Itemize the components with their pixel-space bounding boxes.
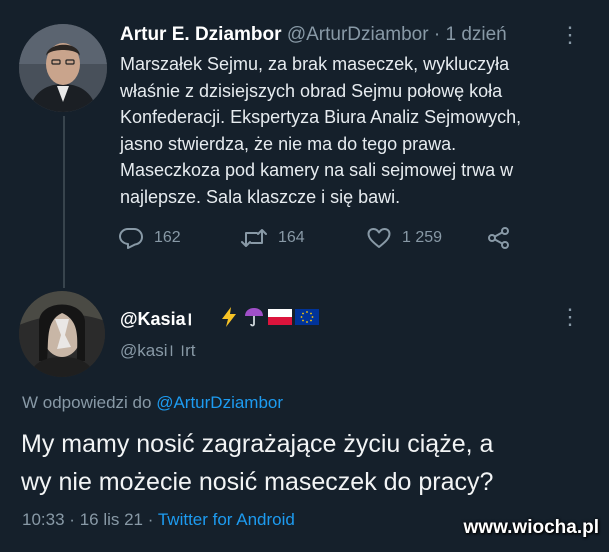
- reply-to-link[interactable]: @ArturDziambor: [156, 393, 283, 412]
- retweet-button[interactable]: 164: [240, 226, 305, 250]
- poland-flag-emoji: [268, 309, 292, 325]
- reply-count: 162: [154, 229, 181, 246]
- eu-flag-emoji: [295, 309, 319, 325]
- tweet-line: My mamy nosić zagrażające życiu ciąże, a: [21, 430, 494, 458]
- author-name[interactable]: Artur E. Dziambor: [120, 24, 282, 45]
- avatar-image: [19, 291, 105, 377]
- tweet-text: Marszałek Sejmu, za brak maseczek, wyklu…: [120, 51, 560, 211]
- like-icon: [367, 228, 391, 248]
- author-handle[interactable]: @ArturDziambor: [287, 24, 429, 45]
- thread-line: [63, 116, 65, 288]
- avatar-image: [19, 24, 107, 112]
- reply-button[interactable]: 162: [118, 226, 181, 250]
- tweet-line: Marszałek Sejmu, za brak maseczek, wyklu…: [120, 54, 510, 74]
- tweet-date[interactable]: 16 lis 21: [80, 510, 143, 529]
- more-icon[interactable]: ⋮: [559, 24, 581, 46]
- tweet-line: Maseczkoza pod kamery na sali sejmowej t…: [120, 160, 514, 181]
- more-icon[interactable]: ⋮: [559, 306, 581, 328]
- tweet-line: wy nie możecie nosić maseczek do pracy?: [21, 468, 494, 496]
- tweet-meta: 10:33 · 16 lis 21 · Twitter for Android: [22, 510, 295, 530]
- like-button[interactable]: 1 259: [366, 226, 442, 250]
- tweet-line: Konfederacji. Ekspertyza Biura Analiz Se…: [120, 107, 522, 128]
- retweet-count: 164: [278, 229, 305, 246]
- reply-icon: [119, 228, 143, 249]
- reply-context: W odpowiedzi do @ArturDziambor: [22, 393, 283, 413]
- tweet-time[interactable]: 1 dzień: [445, 24, 506, 45]
- watermark: www.wiocha.pl: [463, 517, 599, 538]
- avatar[interactable]: [19, 291, 105, 377]
- tweet-time[interactable]: 10:33: [22, 510, 65, 529]
- tweet-line: jasno stwierdza, że nie ma do tego prawa…: [120, 133, 457, 154]
- avatar[interactable]: [19, 24, 107, 112]
- separator: ·: [433, 24, 441, 45]
- name-emoji-group: [218, 306, 319, 328]
- tweet-header: Artur E. Dziambor @ArturDziambor · 1 dzi…: [120, 24, 507, 46]
- author-name[interactable]: @Kasia।: [120, 307, 192, 331]
- retweet-icon: [241, 229, 267, 247]
- tweet-line: właśnie z dzisiejszych obrad Sejmu połow…: [120, 80, 503, 101]
- separator: ·: [69, 510, 75, 529]
- like-count: 1 259: [402, 229, 443, 246]
- share-icon: [488, 227, 509, 249]
- share-button[interactable]: [486, 226, 512, 250]
- reply-prefix: W odpowiedzi do: [22, 393, 152, 412]
- separator: ·: [147, 510, 154, 529]
- author-handle[interactable]: @kasi। ।rt: [120, 338, 195, 361]
- tweet-actions: 162 164 1 259: [118, 226, 528, 256]
- umbrella-emoji: [245, 308, 263, 327]
- tweet-line: najlepsze. Sala klaszcze i się bawi.: [120, 186, 401, 207]
- tweet-text: My mamy nosić zagrażające życiu ciąże, a…: [21, 425, 591, 501]
- tweet-source[interactable]: Twitter for Android: [158, 510, 295, 529]
- lightning-emoji: [222, 307, 236, 327]
